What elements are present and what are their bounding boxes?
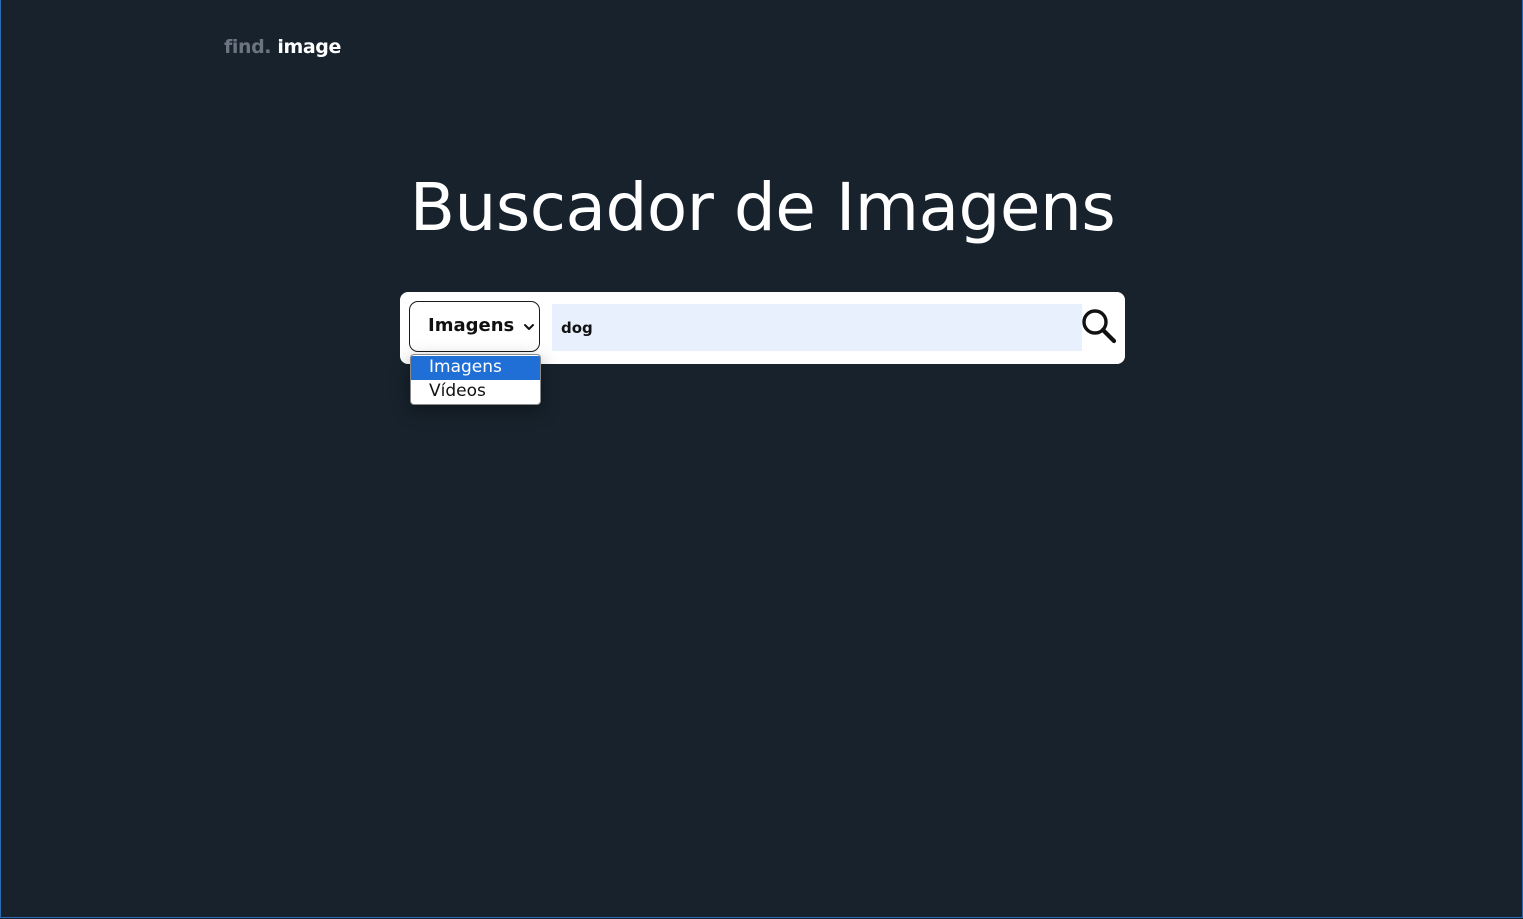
logo-find-text: find. xyxy=(224,36,272,58)
dropdown-option-imagens[interactable]: Imagens xyxy=(411,356,540,380)
search-input[interactable] xyxy=(552,304,1082,351)
media-type-dropdown: Imagens Vídeos xyxy=(410,354,541,405)
dropdown-option-videos[interactable]: Vídeos xyxy=(411,380,540,404)
chevron-down-icon xyxy=(524,324,534,330)
logo-image-text: image xyxy=(277,36,341,58)
logo[interactable]: find. image xyxy=(224,36,341,58)
magnifier-icon xyxy=(1082,309,1117,344)
media-type-select[interactable]: Imagens xyxy=(409,301,540,352)
app-window: find. image Buscador de Imagens Imagens … xyxy=(0,0,1523,918)
page-title: Buscador de Imagens xyxy=(409,169,1116,246)
search-button[interactable] xyxy=(1080,307,1118,345)
media-type-selected-value: Imagens xyxy=(428,315,515,336)
